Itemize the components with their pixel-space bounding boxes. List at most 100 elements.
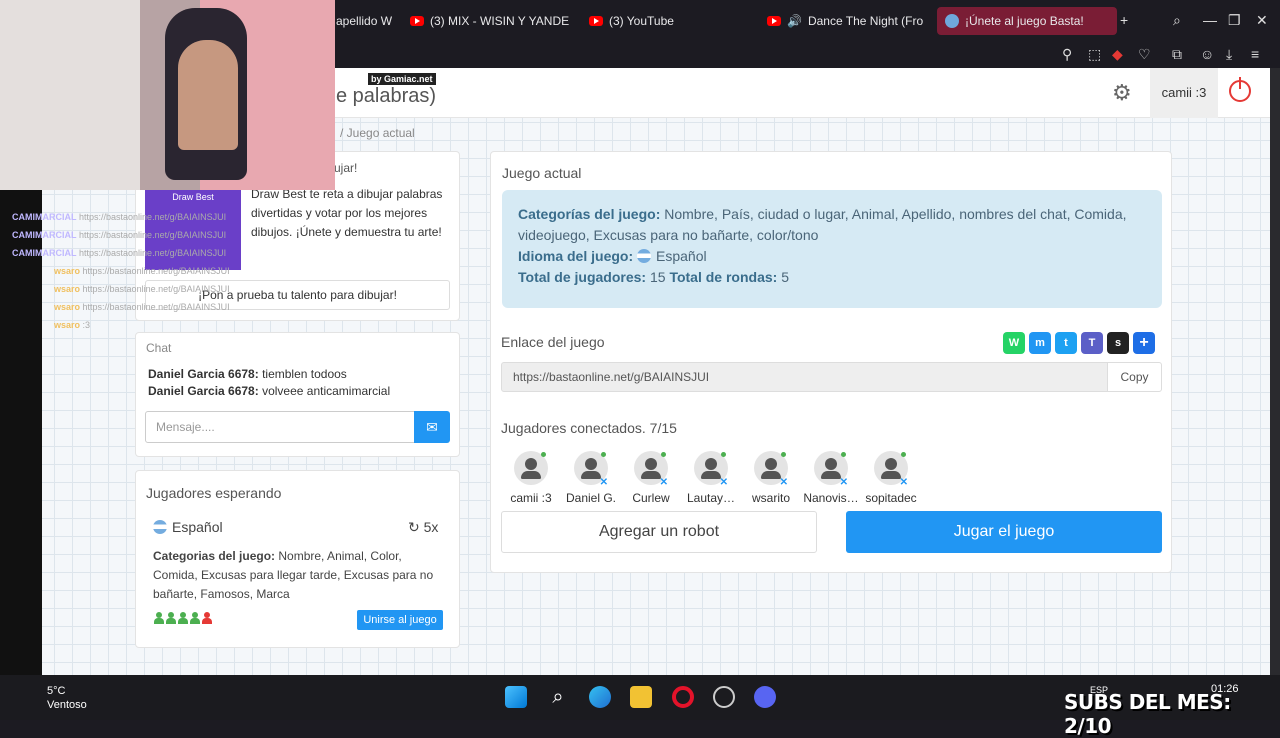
- discord-icon[interactable]: [754, 686, 776, 708]
- search-icon[interactable]: ⌕: [547, 686, 569, 708]
- argentina-flag-icon: [153, 520, 167, 534]
- share-more-icon[interactable]: +: [1133, 332, 1155, 354]
- teams-icon[interactable]: T: [1081, 332, 1103, 354]
- messenger-icon[interactable]: m: [1029, 332, 1051, 354]
- waiting-title: Jugadores esperando: [146, 485, 282, 501]
- link-title: Enlace del juego: [501, 334, 605, 350]
- chat-message: Daniel Garcia 6678: tiemblen todoos: [148, 367, 347, 381]
- youtube-icon: [589, 16, 603, 26]
- player-item[interactable]: ✕ Curlew: [621, 451, 681, 505]
- power-icon[interactable]: [1229, 77, 1251, 102]
- stream-chat-line: CAMIMARCIAL https://bastaonline.net/g/BA…: [12, 248, 227, 258]
- waiting-rounds: ↻ 5x: [408, 519, 439, 535]
- kick-icon[interactable]: ✕: [780, 477, 788, 488]
- player-item[interactable]: ✕ Nanovis…: [801, 451, 861, 505]
- gear-icon[interactable]: ⚙: [1112, 80, 1132, 106]
- player-item[interactable]: ✕ Daniel G.: [561, 451, 621, 505]
- extensions-icon[interactable]: ⧉: [1172, 46, 1182, 63]
- player-item[interactable]: ✕ sopitadec: [861, 451, 921, 505]
- speaker-icon: 🔊: [787, 14, 802, 28]
- kick-icon[interactable]: ✕: [600, 477, 608, 488]
- game-categories: Categorías del juego: Nombre, País, ciud…: [518, 206, 1127, 243]
- connected-players-title: Jugadores conectados. 7/15: [501, 420, 677, 436]
- edge-icon[interactable]: [589, 686, 611, 708]
- opera-icon[interactable]: [672, 686, 694, 708]
- whatsapp-icon[interactable]: W: [1003, 332, 1025, 354]
- player-item[interactable]: camii :3: [501, 451, 561, 505]
- tab-youtube[interactable]: (3) YouTube: [589, 7, 759, 35]
- join-game-button[interactable]: Unirse al juego: [357, 610, 443, 630]
- new-tab-icon[interactable]: +: [1120, 12, 1128, 28]
- restore-icon[interactable]: ❐: [1228, 12, 1241, 29]
- weather-widget[interactable]: 5°C Ventoso: [47, 684, 87, 712]
- close-icon[interactable]: ✕: [1256, 12, 1268, 29]
- chat-messages: Daniel Garcia 6678: tiemblen todoos Dani…: [148, 367, 390, 401]
- play-game-button[interactable]: Jugar el juego: [846, 511, 1162, 553]
- send-button[interactable]: ✉: [414, 411, 450, 443]
- avatar-icon: ✕: [874, 451, 908, 488]
- player-slot-icon: [178, 612, 188, 624]
- online-dot: [721, 452, 726, 457]
- stream-chat-line: wsaro :3: [54, 320, 91, 330]
- menu-icon[interactable]: ≡: [1251, 46, 1259, 62]
- app-icon[interactable]: [713, 686, 735, 708]
- game-link-field[interactable]: https://bastaonline.net/g/BAIAINSJUI: [501, 362, 1108, 392]
- stream-chat-line: CAMIMARCIAL https://bastaonline.net/g/BA…: [12, 230, 227, 240]
- webcam-overlay: [0, 0, 335, 190]
- avatar-icon: [514, 451, 548, 485]
- refresh-icon: ↻: [408, 519, 420, 535]
- tab-dance-the-night[interactable]: 🔊 Dance The Night (Fro: [767, 7, 927, 35]
- search-icon[interactable]: ⌕: [1173, 12, 1181, 29]
- kick-icon[interactable]: ✕: [720, 477, 728, 488]
- waiting-language: Español: [153, 519, 223, 535]
- gamiac-badge[interactable]: by Gamiac.net: [368, 73, 436, 85]
- file-explorer-icon[interactable]: [630, 686, 652, 708]
- tab-basta-active[interactable]: ¡Únete al juego Basta!: [937, 7, 1117, 35]
- kick-icon[interactable]: ✕: [660, 477, 668, 488]
- player-item[interactable]: ✕ wsarito: [741, 451, 801, 505]
- avatar-icon: ✕: [814, 451, 848, 488]
- copy-button[interactable]: Copy: [1107, 362, 1162, 392]
- youtube-icon: [410, 16, 424, 26]
- game-totals: Total de jugadores: 15 Total de rondas: …: [518, 269, 789, 285]
- twitter-icon[interactable]: t: [1055, 332, 1077, 354]
- tab-apellido[interactable]: apellido W: [336, 7, 406, 35]
- minimize-icon[interactable]: —: [1203, 12, 1217, 28]
- current-game-title: Juego actual: [502, 165, 582, 181]
- account-icon[interactable]: ☺: [1200, 46, 1214, 62]
- avatar-icon: ✕: [694, 451, 728, 488]
- stream-overlay-left: [0, 190, 42, 675]
- download-icon[interactable]: ⤓: [1226, 46, 1232, 63]
- breadcrumb: / Juego actual: [340, 126, 415, 140]
- stream-chat-line: wsaro https://bastaonline.net/g/BAIAINSJ…: [54, 284, 230, 294]
- scrollbar[interactable]: [1270, 68, 1280, 675]
- online-dot: [841, 452, 846, 457]
- player-slot-icon: [190, 612, 200, 624]
- argentina-flag-icon: [637, 249, 652, 263]
- chat-message: Daniel Garcia 6678: volveee anticamimarc…: [148, 384, 391, 398]
- snapchat-icon[interactable]: s: [1107, 332, 1129, 354]
- add-robot-button[interactable]: Agregar un robot: [501, 511, 817, 553]
- message-input[interactable]: Mensaje....: [145, 411, 415, 443]
- online-dot: [541, 452, 546, 457]
- pin-icon[interactable]: ⚲: [1062, 46, 1072, 63]
- player-item[interactable]: ✕ Lautay…: [681, 451, 741, 505]
- online-dot: [601, 452, 606, 457]
- subs-counter-overlay: SUBS DEL MES: 2/10: [1064, 690, 1231, 738]
- kick-icon[interactable]: ✕: [840, 477, 848, 488]
- player-slot-empty-icon: [202, 612, 212, 624]
- stream-chat-line: wsaro https://bastaonline.net/g/BAIAINSJ…: [54, 302, 230, 312]
- site-title: e palabras): [336, 85, 437, 107]
- screenshot-icon[interactable]: ⬚: [1088, 46, 1101, 63]
- windows-start-icon[interactable]: [505, 686, 527, 708]
- waiting-categories: Categorias del juego: Nombre, Animal, Co…: [153, 549, 434, 601]
- send-icon: ✉: [426, 419, 438, 435]
- waiting-players-icons: [154, 611, 214, 629]
- heart-icon[interactable]: ♡: [1138, 46, 1151, 63]
- pocket-icon[interactable]: ◆: [1112, 46, 1123, 63]
- online-dot: [661, 452, 666, 457]
- stream-chat-line: wsaro https://bastaonline.net/g/BAIAINSJ…: [54, 266, 230, 276]
- tab-mix[interactable]: (3) MIX - WISIN Y YANDE: [410, 7, 570, 35]
- user-name[interactable]: camii :3: [1150, 68, 1218, 118]
- kick-icon[interactable]: ✕: [900, 477, 908, 488]
